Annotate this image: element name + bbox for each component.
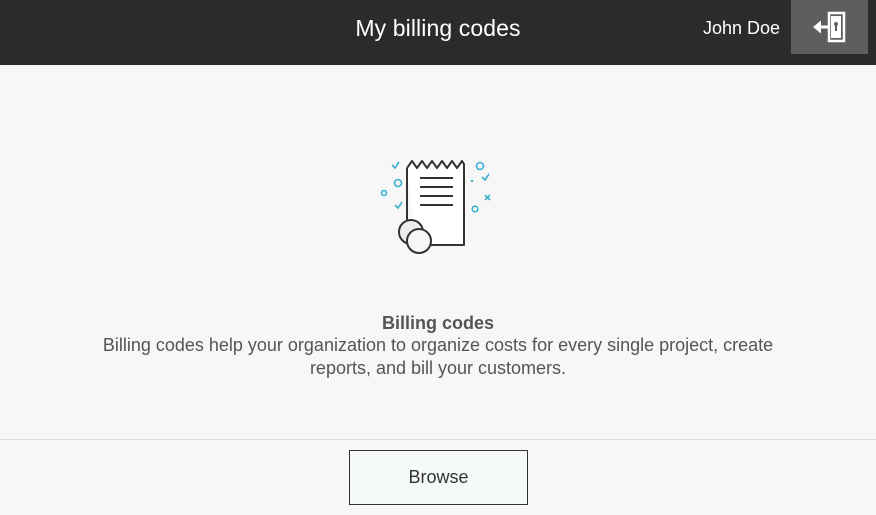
receipt-coins-icon [380,160,491,254]
top-bar: My billing codes John Doe [0,0,876,65]
empty-state-title: Billing codes [381,313,495,333]
user-name[interactable]: John Doe [703,0,780,56]
empty-state-description: Billing codes help your organization to … [102,335,774,378]
logout-door-icon [812,11,845,43]
logout-button[interactable] [791,0,868,54]
browse-button[interactable]: Browse [349,450,528,505]
footer-divider [0,439,876,440]
